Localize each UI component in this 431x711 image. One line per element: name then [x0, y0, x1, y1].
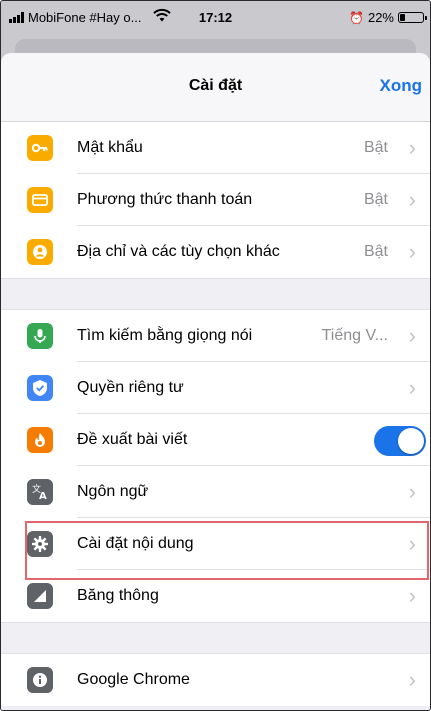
settings-sheet: Cài đặt Xong Mật khẩu Bật › Phương thức tha…: [1, 53, 430, 710]
chevron-right-icon: ›: [408, 375, 416, 400]
page-title: Cài đặt: [188, 77, 243, 94]
row-value: Bật: [363, 243, 388, 260]
info-icon: [27, 667, 53, 693]
row-label: Băng thông: [77, 587, 159, 604]
section-gap: [1, 278, 430, 310]
chevron-right-icon: ›: [408, 239, 416, 264]
row-label: Cài đặt nội dung: [77, 535, 194, 552]
row-label: Đề xuất bài viết: [77, 431, 188, 448]
microphone-icon: [27, 323, 53, 349]
card-icon: [27, 187, 53, 213]
navigation-bar: Cài đặt Xong: [1, 53, 430, 122]
section-gap: [1, 622, 430, 654]
row-value: Bật: [363, 191, 388, 208]
shield-icon: [27, 375, 53, 401]
row-label: Địa chỉ và các tùy chọn khác: [77, 243, 280, 260]
settings-row-quyen-rieng-tu[interactable]: Quyền riêng tư ›: [1, 362, 430, 414]
row-value: Bật: [363, 139, 388, 156]
settings-row-tim-kiem-bang-giong-noi[interactable]: Tìm kiếm bằng giọng nói Tiếng V... ›: [1, 310, 430, 362]
settings-row-phuong-thuc-thanh-toan[interactable]: Phương thức thanh toán Bật ›: [1, 174, 430, 226]
row-label: Google Chrome: [77, 671, 190, 688]
row-label: Ngôn ngữ: [77, 483, 149, 500]
status-bar: MobiFone #Hay o... 17:12 ⏰ 22%: [1, 1, 430, 37]
gear-icon: [27, 531, 53, 557]
bandwidth-icon: [27, 583, 53, 609]
phone-frame: MobiFone #Hay o... 17:12 ⏰ 22% Cài đặt X…: [0, 0, 431, 711]
person-icon: [27, 239, 53, 265]
translate-icon: 文A: [27, 479, 53, 505]
chevron-right-icon: ›: [408, 187, 416, 212]
settings-row-bang-thong[interactable]: Băng thông ›: [1, 570, 430, 622]
settings-row-ngon-ngu[interactable]: 文 A Ngôn ngữ ›: [1, 466, 430, 518]
row-label: Quyền riêng tư: [77, 379, 184, 396]
battery-icon: [398, 12, 427, 23]
alarm-icon: ⏰: [349, 10, 364, 25]
settings-row-dia-chi-va-cac-tuy-chon-khac[interactable]: Địa chỉ và các tùy chọn khác Bật ›: [1, 226, 430, 278]
autofill-group: Mật khẩu Bật › Phương thức thanh toán Bật › Đị…: [1, 122, 430, 278]
general-group: Tìm kiếm bằng giọng nói Tiếng V... › Quyền …: [1, 310, 430, 622]
svg-text:A: A: [39, 491, 47, 501]
row-label: Phương thức thanh toán: [77, 191, 253, 208]
chevron-right-icon: ›: [408, 135, 416, 160]
toggle-knob: [398, 428, 424, 454]
chevron-right-icon: ›: [408, 323, 416, 348]
chevron-right-icon: ›: [408, 479, 416, 504]
fire-icon: [27, 427, 53, 453]
row-label: Tìm kiếm bằng giọng nói: [77, 327, 253, 344]
chevron-right-icon: ›: [408, 583, 416, 608]
battery-percent: 22%: [367, 10, 394, 25]
chevron-right-icon: ›: [408, 531, 416, 556]
settings-row-de-xuat-bai-viet[interactable]: Đề xuất bài viết: [1, 414, 430, 466]
about-group: Google Chrome ›: [1, 654, 430, 706]
key-icon: [27, 135, 53, 161]
settings-row-mat-khau[interactable]: Mật khẩu Bật ›: [1, 122, 430, 174]
row-label: Mật khẩu: [77, 139, 143, 156]
chevron-right-icon: ›: [408, 667, 416, 692]
done-button[interactable]: Xong: [380, 76, 423, 96]
settings-row-cai-dat-noi-dung[interactable]: Cài đặt nội dung ›: [1, 518, 430, 570]
row-value: Tiếng V...: [321, 327, 388, 344]
toggle-switch[interactable]: [374, 426, 426, 456]
settings-row-google-chrome[interactable]: Google Chrome ›: [1, 654, 430, 706]
